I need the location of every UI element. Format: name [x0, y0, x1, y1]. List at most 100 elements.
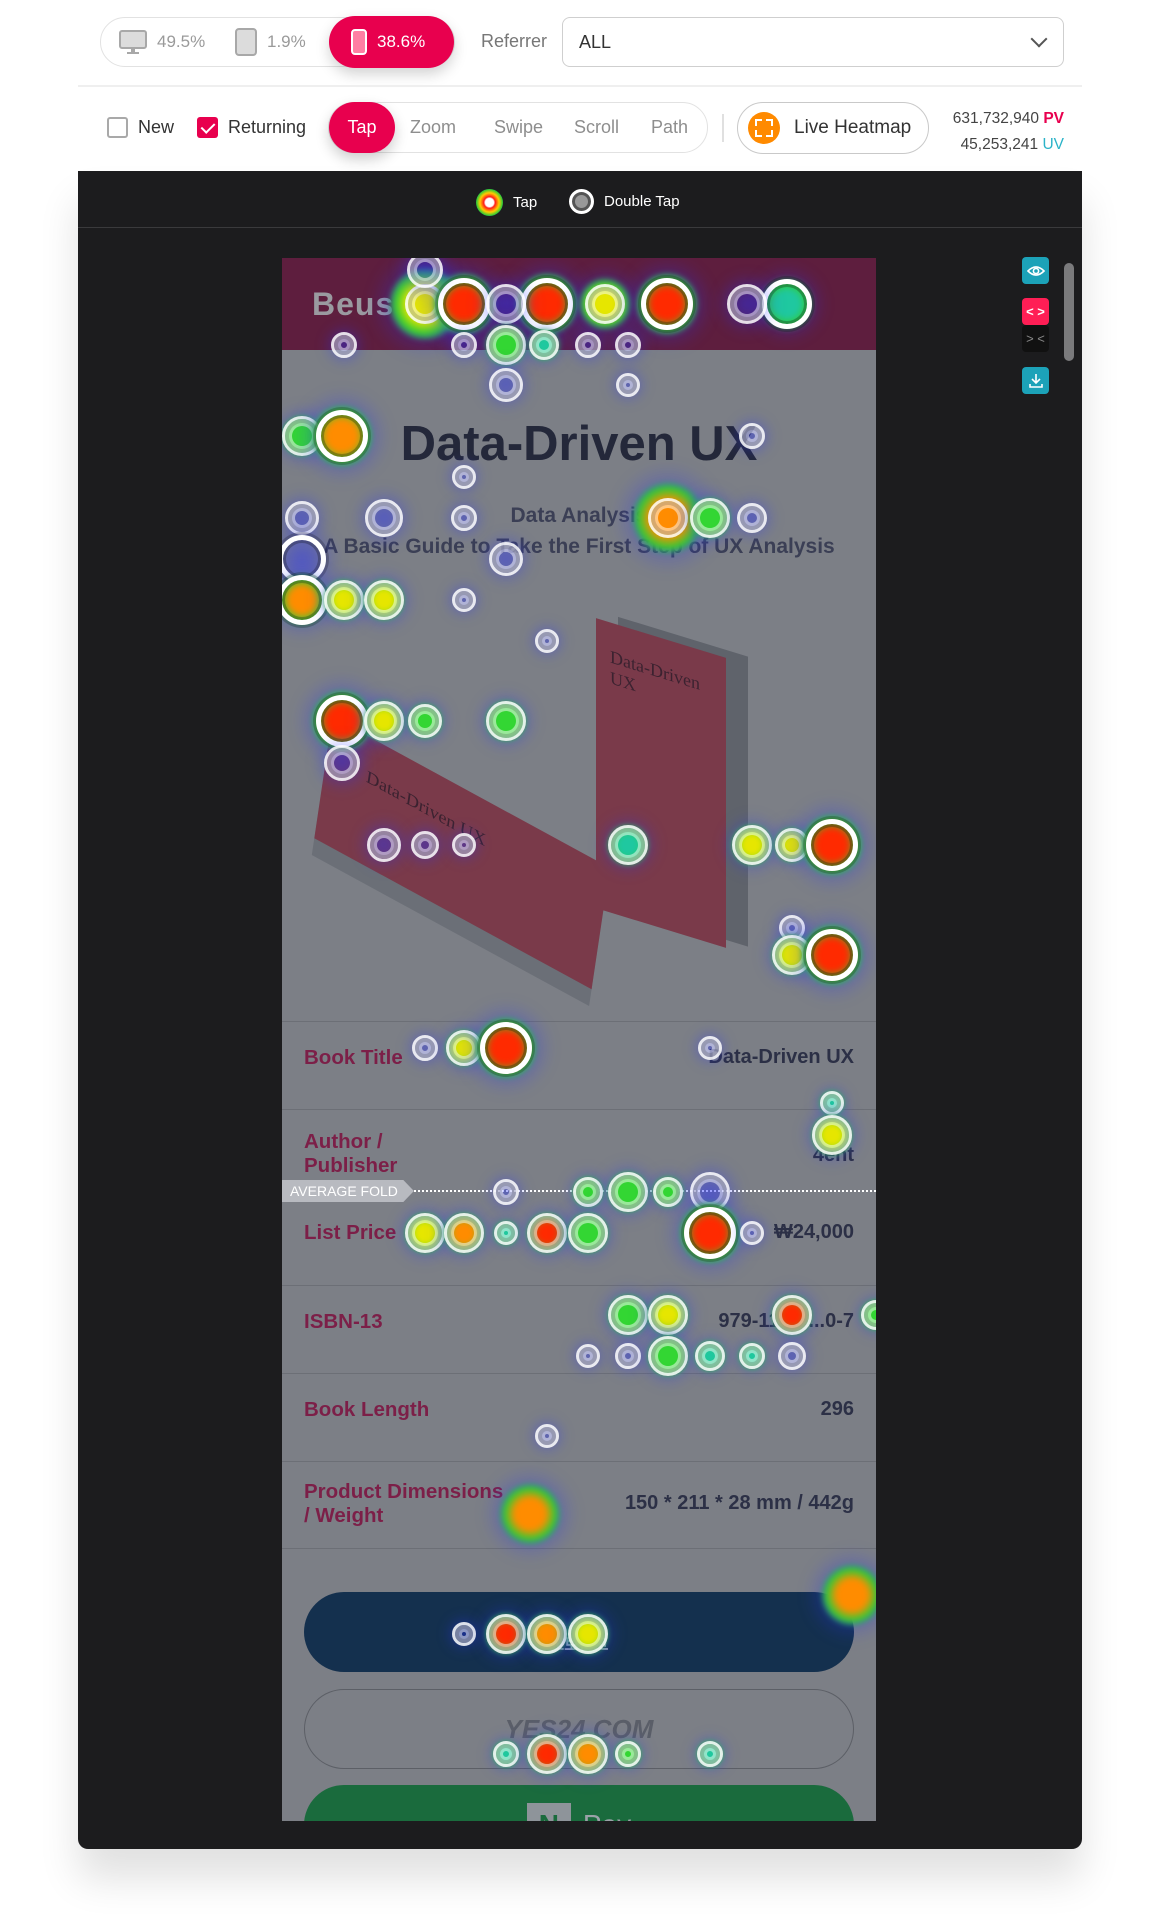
tap-heat-icon	[476, 189, 503, 216]
detail-value: Data-Driven UX	[708, 1046, 854, 1068]
double-tap-ring	[772, 935, 812, 975]
device-tablet-toggle[interactable]: 1.9%	[235, 18, 306, 65]
heat-glow	[784, 907, 876, 1003]
double-tap-ring	[282, 575, 327, 625]
double-tap-ring	[364, 701, 404, 741]
expand-width-button[interactable]: < >	[1022, 298, 1049, 325]
book-cover-text: Data-Driven UX	[365, 766, 488, 851]
detail-key: Author / Publisher	[304, 1130, 398, 1177]
tab-path[interactable]: Path	[651, 103, 688, 151]
detail-value: 979-11-96...0-7	[718, 1310, 854, 1332]
book-image-standing: Data-Driven UX	[596, 618, 726, 948]
tab-zoom[interactable]: Zoom	[410, 103, 456, 151]
double-tap-ring	[324, 580, 364, 620]
download-icon	[1028, 373, 1043, 388]
tab-swipe[interactable]: Swipe	[494, 103, 543, 151]
traffic-stats: 631,732,940 PV 45,253,241 UV	[953, 106, 1064, 158]
toolbar-separator	[722, 114, 724, 142]
detail-key: ISBN-13	[304, 1310, 383, 1333]
checkbox-checked-icon[interactable]	[197, 117, 218, 138]
desktop-percent: 49.5%	[157, 31, 206, 51]
heat-glow	[397, 693, 453, 749]
heat-glow	[760, 923, 824, 987]
heat-glow	[764, 817, 820, 873]
desktop-icon	[119, 29, 147, 54]
heat-spot	[802, 925, 862, 985]
heat-spot	[324, 580, 364, 620]
page-subtitle: Data Analysis	[510, 504, 648, 527]
download-button[interactable]	[1022, 367, 1049, 394]
heatmap-panel: Tap Double Tap Beus Data-Driven UX Data …	[78, 171, 1082, 1849]
detail-value: ₩24,000	[773, 1221, 854, 1243]
new-visitor-checkbox[interactable]: New	[107, 117, 174, 138]
live-heatmap-button[interactable]: Live Heatmap	[737, 102, 929, 154]
heat-spot	[732, 825, 772, 865]
tab-tap[interactable]: Tap	[329, 101, 395, 153]
referrer-value: ALL	[579, 31, 612, 52]
detail-key: List Price	[304, 1221, 397, 1244]
heat-spot	[772, 935, 812, 975]
heat-glow	[478, 357, 534, 413]
uv-value: 45,253,241	[960, 136, 1039, 153]
kyobo-buy-button[interactable]: 교보문고	[304, 1592, 854, 1672]
npay-logo-icon: N	[526, 1803, 571, 1821]
table-row: Book Length 296	[282, 1373, 876, 1461]
table-row: Product Dimensions / Weight 150 * 211 * …	[282, 1461, 876, 1549]
heat-spot	[282, 575, 327, 625]
device-desktop-toggle[interactable]: 49.5%	[119, 18, 205, 65]
table-row: Book Title Data-Driven UX	[282, 1021, 876, 1109]
detail-value: 296	[820, 1398, 854, 1420]
device-toggle-group: 49.5% 1.9% 38.6%	[100, 16, 455, 68]
double-tap-ring-icon	[569, 189, 594, 214]
detail-key: Product Dimensions / Weight	[304, 1480, 504, 1527]
double-tap-ring	[364, 580, 404, 620]
npay-button[interactable]: N Pay	[304, 1785, 854, 1821]
live-heatmap-label: Live Heatmap	[794, 117, 912, 138]
heat-spot	[364, 580, 404, 620]
double-tap-ring	[732, 825, 772, 865]
heat-glow	[784, 797, 876, 893]
table-row: List Price ₩24,000	[282, 1197, 876, 1285]
toggle-visibility-button[interactable]	[1022, 257, 1049, 284]
legend-tap-label: Tap	[513, 194, 538, 211]
yes24-buy-button[interactable]: YES24.COM	[304, 1689, 854, 1769]
site-header: Beus	[282, 258, 876, 350]
page-title: Data-Driven UX	[400, 417, 758, 471]
eye-icon	[1026, 265, 1045, 276]
heatmap-mode-tabs: Tap Zoom Swipe Scroll Path	[328, 101, 708, 153]
returning-visitor-checkbox[interactable]: Returning	[197, 117, 306, 138]
heat-glow	[720, 813, 784, 877]
fold-line	[414, 1190, 876, 1192]
heat-spot	[802, 815, 862, 875]
referrer-select[interactable]: ALL	[562, 17, 1064, 67]
heat-glow	[312, 568, 376, 632]
double-tap-ring	[486, 701, 526, 741]
tablet-icon	[235, 27, 257, 56]
heat-glow	[282, 520, 341, 598]
checkbox-unchecked-icon[interactable]	[107, 117, 128, 138]
pv-label: PV	[1043, 110, 1064, 127]
double-tap-ring	[806, 819, 858, 871]
heat-spot	[364, 701, 404, 741]
npay-label: Pay	[583, 1809, 631, 1821]
book-cover-text: Data-Driven UX	[610, 646, 700, 696]
collapse-width-button[interactable]: > <	[1022, 325, 1049, 352]
heat-glow	[282, 560, 342, 640]
double-tap-ring	[535, 629, 559, 653]
double-tap-ring	[779, 915, 805, 941]
table-row: ISBN-13 979-11-96...0-7	[282, 1285, 876, 1373]
detail-value: 4ent	[812, 1144, 854, 1166]
tab-scroll[interactable]: Scroll	[574, 103, 619, 151]
panel-scrollbar[interactable]	[1064, 263, 1074, 361]
heat-spot	[408, 704, 442, 738]
heat-glow	[352, 568, 416, 632]
uv-label: UV	[1042, 136, 1064, 153]
site-logo: Beus	[312, 286, 395, 322]
heat-glow	[771, 907, 813, 949]
tablet-percent: 1.9%	[267, 31, 306, 51]
device-mobile-toggle[interactable]: 38.6%	[329, 16, 454, 68]
detail-value: 150 * 211 * 28 mm / 442g	[624, 1492, 854, 1514]
chevron-down-icon	[1030, 30, 1048, 48]
mobile-page-preview: Beus Data-Driven UX Data Analysis A Basi…	[282, 258, 876, 1821]
page-tagline: A Basic Guide to Take the First Step of …	[323, 535, 835, 558]
